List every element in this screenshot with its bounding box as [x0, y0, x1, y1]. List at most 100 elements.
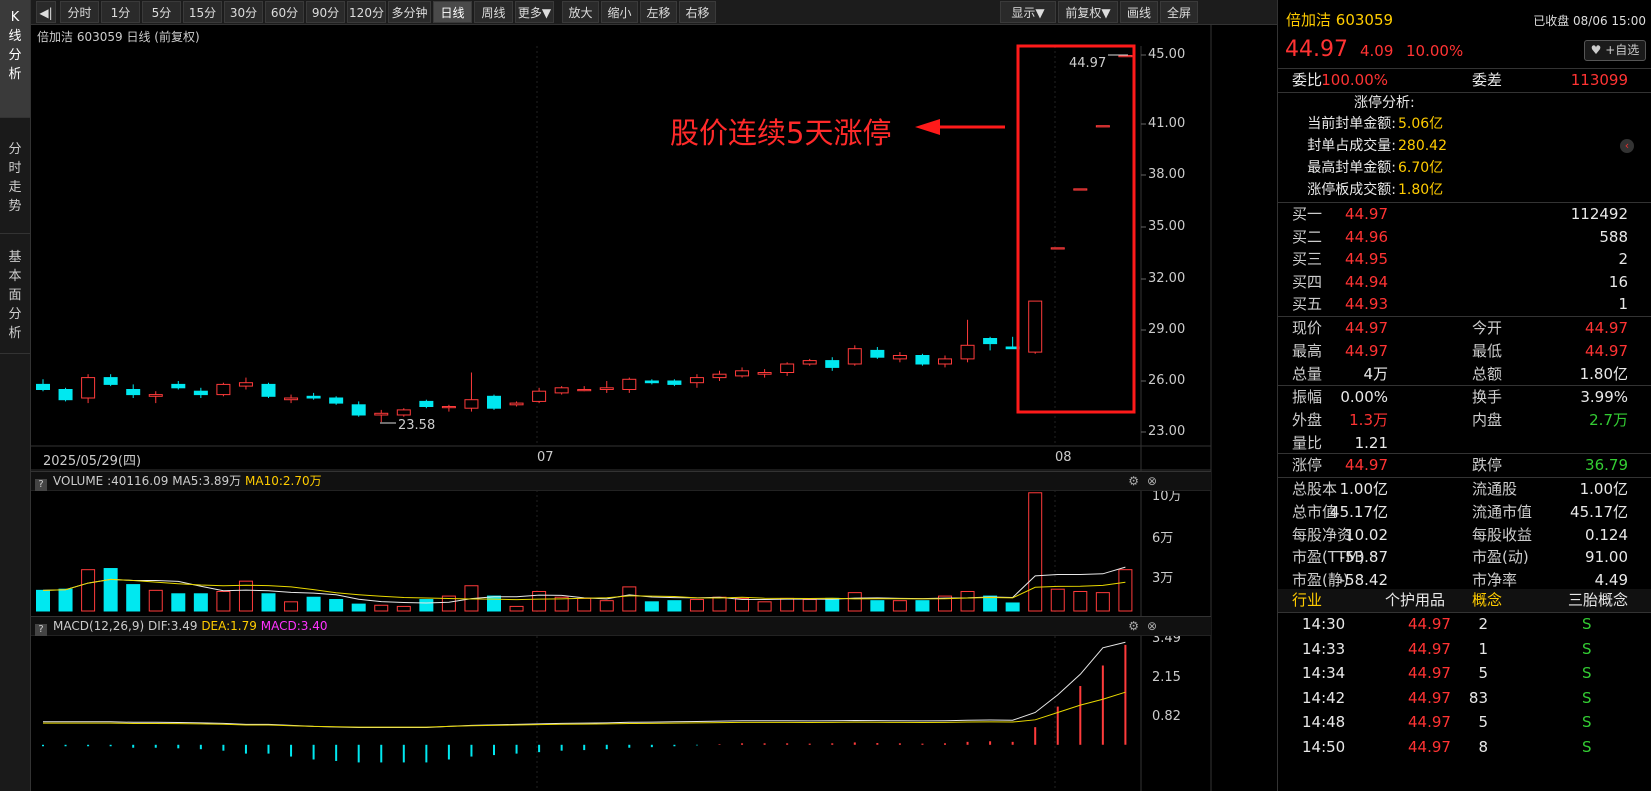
- tick-time: 14:42: [1302, 688, 1346, 707]
- candle-body: [712, 373, 727, 379]
- volume-label: VOLUME: [53, 474, 104, 488]
- volume-bar: [284, 601, 299, 612]
- volume-bar: [1095, 592, 1110, 612]
- candle-body: [81, 377, 96, 399]
- volume-bar: [81, 569, 96, 612]
- concept-value[interactable]: 三胎概念: [1568, 589, 1628, 612]
- stock-name-code: 倍加洁 603059: [1286, 9, 1393, 30]
- macd-header: ? MACD(12,26,9) DIF:3.49 DEA:1.79 MACD:3.…: [31, 616, 1211, 636]
- stat-value: 1.21: [1354, 433, 1388, 452]
- volume-bar: [757, 601, 772, 612]
- quote-panel: 倍加洁 603059 已收盘 08/06 15:00 44.97 4.09 10…: [1277, 0, 1651, 791]
- stat-label: 总量: [1292, 364, 1323, 383]
- volume-ma10: MA10:2.70万: [245, 474, 322, 488]
- bid-label: 买五: [1292, 295, 1323, 314]
- tick-row: 14:48 44.97 5 S: [1278, 711, 1651, 734]
- tick-time: 14:33: [1302, 639, 1346, 658]
- tick-side: S: [1582, 664, 1592, 682]
- volume-value: :40116.09: [107, 474, 169, 488]
- volume-bar: [599, 600, 614, 612]
- macd-dea-line: [43, 691, 1126, 728]
- limit-title: 涨停分析:: [1354, 95, 1415, 111]
- bid-volume: 1: [1618, 295, 1628, 314]
- tick-price: 44.97: [1408, 737, 1451, 756]
- volume-bar: [396, 605, 411, 612]
- add-watchlist-button[interactable]: ♥ +自选: [1584, 40, 1646, 61]
- candle-body: [689, 377, 704, 384]
- gear-icon[interactable]: ⚙: [1128, 617, 1139, 635]
- candle-body: [802, 360, 817, 365]
- bid-label: 买二: [1292, 227, 1323, 246]
- close-icon[interactable]: ⊗: [1147, 472, 1157, 490]
- close-icon[interactable]: ⊗: [1147, 617, 1157, 635]
- stat-label: 每股收益: [1472, 525, 1533, 544]
- bid-volume: 2: [1618, 250, 1628, 269]
- volume-bar: [622, 586, 637, 612]
- tick-side: S: [1582, 688, 1592, 707]
- stat-label: 换手: [1472, 388, 1503, 406]
- bid-label: 买四: [1292, 272, 1323, 291]
- bid-price: 44.95: [1345, 250, 1388, 269]
- tick-side: S: [1582, 615, 1592, 633]
- gear-icon[interactable]: ⚙: [1128, 472, 1139, 490]
- date-axis-label: 08: [1055, 450, 1072, 465]
- stat-row: 总股本 1.00亿 流通股 1.00亿: [1278, 478, 1651, 501]
- stat-label: 每股净资: [1292, 525, 1353, 544]
- volume-bar: [419, 599, 434, 612]
- bid-label: 买三: [1292, 250, 1323, 269]
- price-tick-label: 41.00: [1148, 116, 1186, 131]
- tick-volume: 5: [1478, 713, 1488, 731]
- tick-time: 14:50: [1302, 737, 1346, 756]
- volume-bar: [58, 588, 73, 612]
- stat-value: 4万: [1363, 364, 1388, 383]
- stat-value: 1.00亿: [1339, 480, 1388, 498]
- candle-body: [1095, 125, 1110, 128]
- limit-label: 最高封单金额:: [1307, 160, 1396, 176]
- volume-bar: [870, 600, 885, 612]
- bid-volume: 112492: [1570, 205, 1628, 223]
- industry-row: 行业 个护用品 概念 三胎概念: [1278, 589, 1651, 612]
- limit-row: 当前封单金额: 5.06亿: [1278, 113, 1651, 135]
- volume-bar: [126, 584, 141, 612]
- volume-bar: [983, 595, 998, 612]
- tick-row: 14:42 44.97 83 S: [1278, 687, 1651, 710]
- collapse-icon[interactable]: ‹: [1620, 139, 1634, 153]
- help-icon[interactable]: ?: [35, 479, 47, 491]
- tick-side: S: [1582, 713, 1592, 731]
- industry-value[interactable]: 个护用品: [1385, 589, 1445, 612]
- volume-bar: [532, 590, 547, 612]
- stat-label: 流通股: [1472, 480, 1518, 498]
- volume-bar: [1005, 602, 1020, 612]
- help-icon[interactable]: ?: [35, 624, 47, 636]
- candle-body: [126, 389, 141, 396]
- stat-value: 44.97: [1345, 319, 1388, 337]
- tick-volume: 8: [1478, 737, 1488, 756]
- limit-row: 最高封单金额: 6.70亿: [1278, 157, 1651, 179]
- bid-price: 44.97: [1345, 205, 1388, 223]
- stat-label: 量比: [1292, 433, 1323, 452]
- stat-row: 振幅 0.00% 换手 3.99%: [1278, 386, 1651, 409]
- stat-row: 量比 1.21: [1278, 432, 1651, 455]
- price-tick-label: 35.00: [1148, 219, 1186, 234]
- volume-bar: [712, 596, 727, 612]
- stat-value: 45.17亿: [1330, 502, 1388, 521]
- candle-body: [103, 377, 118, 385]
- stat-label: 总股本: [1292, 480, 1338, 498]
- candle-body: [938, 358, 952, 365]
- candle-body: [487, 395, 501, 409]
- kline-chart[interactable]: [0, 0, 1277, 791]
- candle-body: [983, 338, 998, 345]
- tick-time: 14:34: [1302, 664, 1346, 682]
- candle-body: [284, 397, 299, 401]
- stat-row: 总量 4万 总额 1.80亿: [1278, 363, 1651, 386]
- stat-row: 市盈(TTM) -53.87 市盈(动) 91.00: [1278, 546, 1651, 569]
- volume-bar: [1050, 588, 1065, 612]
- macd-label: MACD(12,26,9): [53, 619, 145, 633]
- candle-body: [757, 372, 772, 375]
- volume-bar: [193, 593, 208, 612]
- tick-time: 14:48: [1302, 713, 1346, 731]
- volume-bar: [960, 590, 975, 612]
- weibi-value: 100.00%: [1321, 71, 1388, 89]
- candle-body: [306, 395, 321, 399]
- industry-label: 行业: [1292, 591, 1323, 609]
